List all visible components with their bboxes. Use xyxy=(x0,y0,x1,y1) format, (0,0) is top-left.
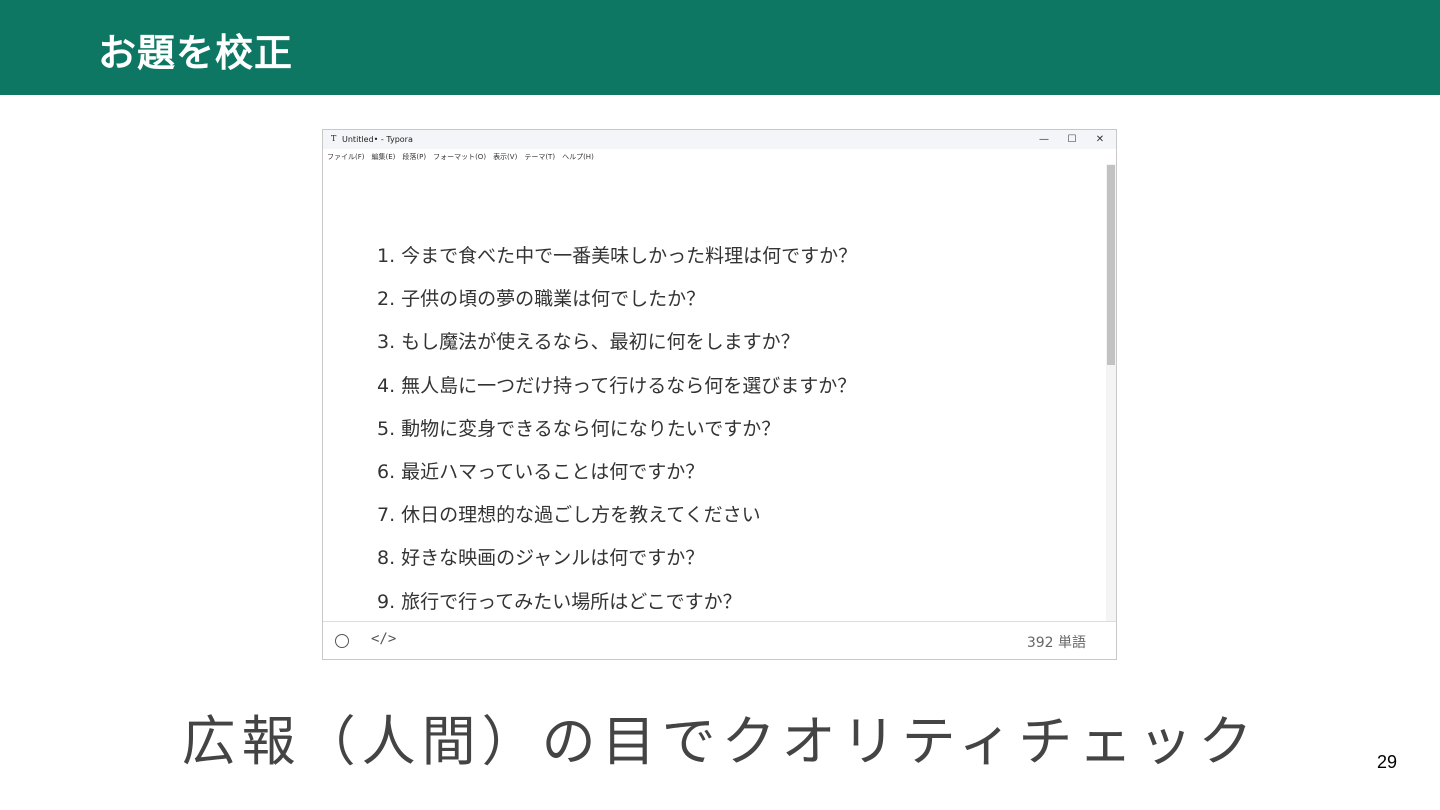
word-count[interactable]: 392 単語 xyxy=(1027,632,1086,652)
menu-bar: ファイル(F) 編集(E) 段落(P) フォーマット(O) 表示(V) テーマ(… xyxy=(323,149,1116,164)
source-code-icon[interactable]: </> xyxy=(371,631,396,647)
menu-paragraph[interactable]: 段落(P) xyxy=(402,152,426,162)
editor-area[interactable]: 1. 今まで食べた中で一番美味しかった料理は何ですか？ 2. 子供の頃の夢の職業… xyxy=(323,164,1108,621)
scrollbar-thumb[interactable] xyxy=(1107,165,1115,365)
circle-icon[interactable] xyxy=(335,634,349,648)
list-item[interactable]: 9. 旅行で行ってみたい場所はどこですか？ xyxy=(377,587,857,622)
minimize-button[interactable]: — xyxy=(1030,130,1058,149)
menu-theme[interactable]: テーマ(T) xyxy=(524,152,555,162)
page-number: 29 xyxy=(1376,752,1397,772)
list-item[interactable]: 5. 動物に変身できるなら何になりたいですか？ xyxy=(377,414,857,457)
menu-file[interactable]: ファイル(F) xyxy=(327,152,365,162)
menu-help[interactable]: ヘルプ(H) xyxy=(562,152,594,162)
status-bar: </> 392 単語 xyxy=(323,621,1116,659)
window-title: Untitled• - Typora xyxy=(342,135,413,144)
list-item[interactable]: 1. 今まで食べた中で一番美味しかった料理は何ですか？ xyxy=(377,241,857,284)
maximize-button[interactable]: ☐ xyxy=(1058,130,1086,149)
list-item[interactable]: 4. 無人島に一つだけ持って行けるなら何を選びますか？ xyxy=(377,371,857,414)
list-item[interactable]: 2. 子供の頃の夢の職業は何でしたか？ xyxy=(377,284,857,327)
list-item[interactable]: 3. もし魔法が使えるなら、最初に何をしますか？ xyxy=(377,327,857,370)
list-item[interactable]: 6. 最近ハマっていることは何ですか？ xyxy=(377,457,857,500)
slide-title: お題を校正 xyxy=(98,31,294,75)
list-item[interactable]: 7. 休日の理想的な過ごし方を教えてください xyxy=(377,500,857,543)
slide-header: お題を校正 xyxy=(0,0,1440,95)
menu-format[interactable]: フォーマット(O) xyxy=(433,152,486,162)
typora-window: T Untitled• - Typora — ☐ ✕ ファイル(F) 編集(E)… xyxy=(322,129,1117,660)
question-list: 1. 今まで食べた中で一番美味しかった料理は何ですか？ 2. 子供の頃の夢の職業… xyxy=(377,241,857,621)
close-button[interactable]: ✕ xyxy=(1086,130,1114,149)
typora-app-icon: T xyxy=(331,134,337,143)
list-item[interactable]: 8. 好きな映画のジャンルは何ですか？ xyxy=(377,543,857,586)
slide-caption: 広報（人間）の目でクオリティチェック xyxy=(181,710,1259,773)
vertical-scrollbar[interactable] xyxy=(1106,164,1116,621)
menu-view[interactable]: 表示(V) xyxy=(493,152,517,162)
window-titlebar: T Untitled• - Typora — ☐ ✕ xyxy=(323,130,1116,149)
menu-edit[interactable]: 編集(E) xyxy=(372,152,396,162)
